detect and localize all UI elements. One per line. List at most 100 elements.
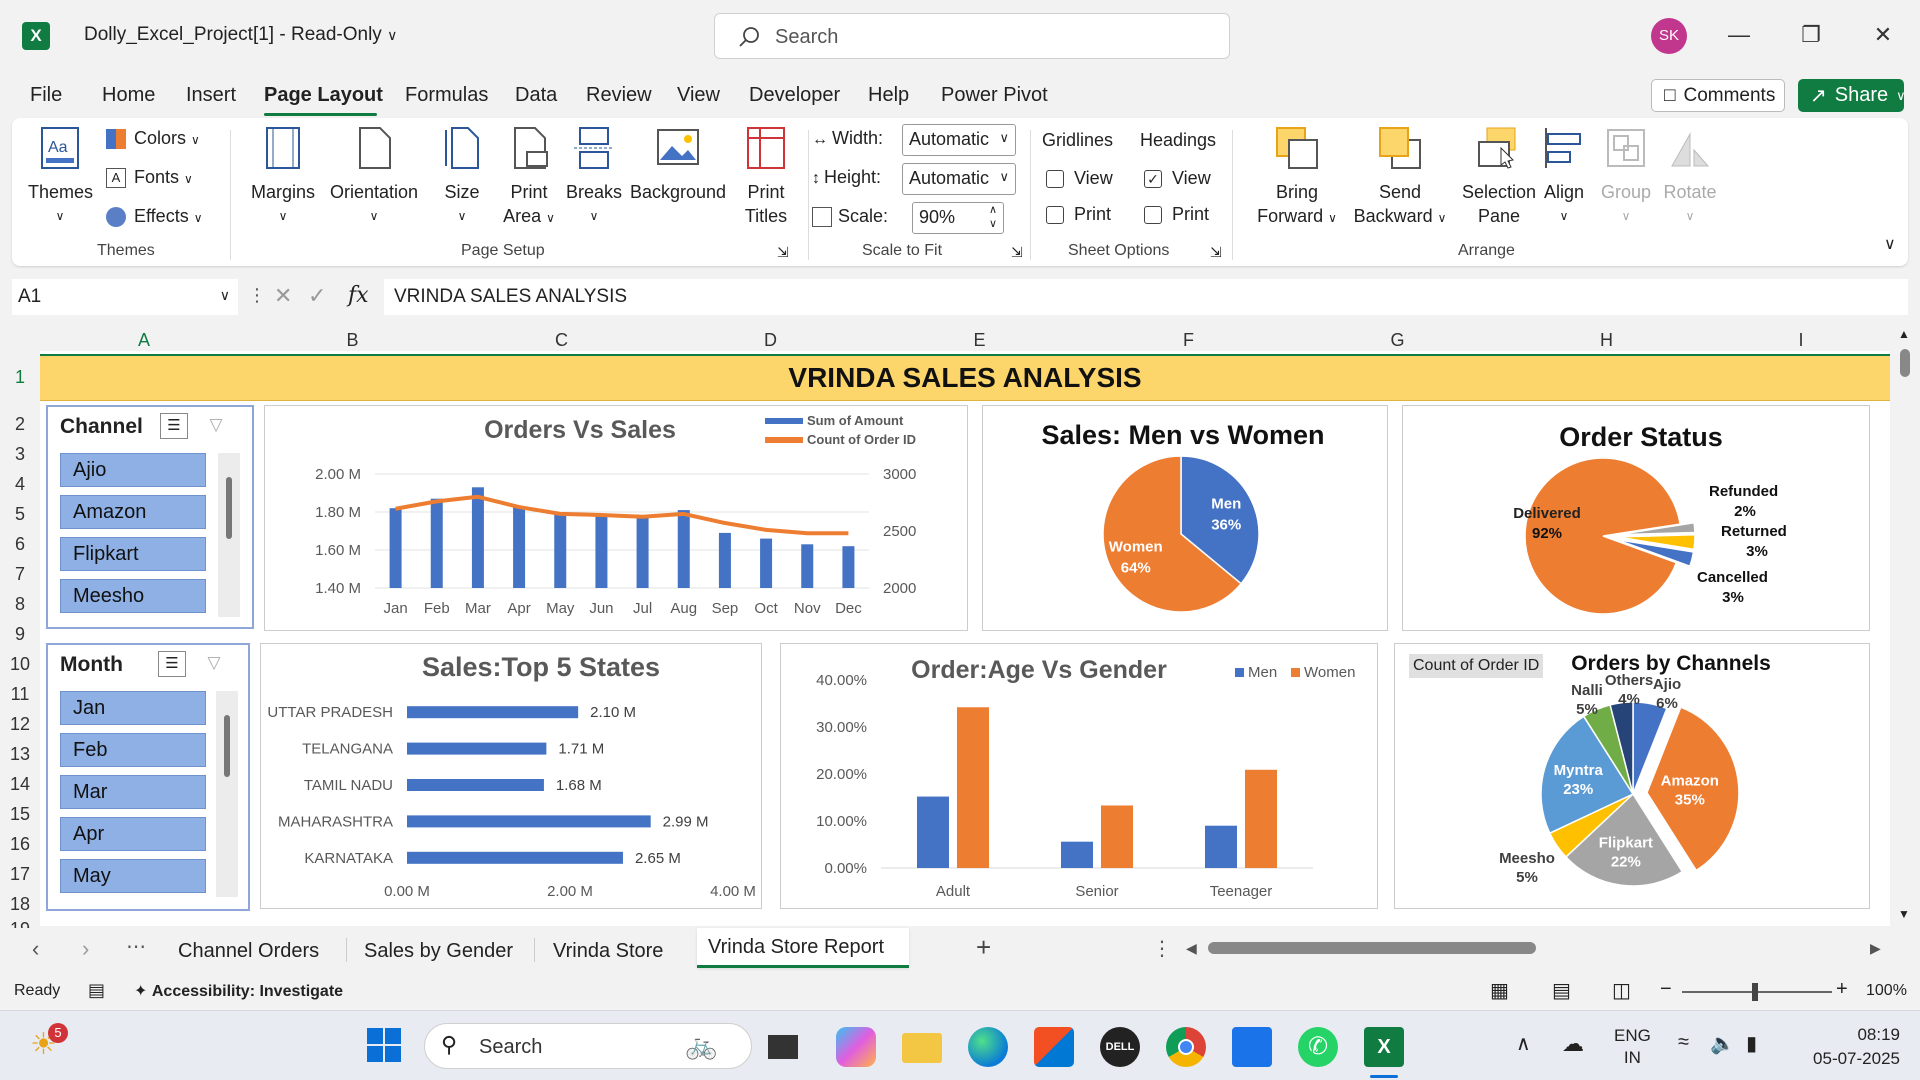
chart-sales-men-women[interactable]: Sales: Men vs Women Men 36% Women 64% (982, 405, 1388, 631)
menu-developer[interactable]: Developer (749, 84, 840, 107)
slicer-channel[interactable]: Channel ☰ ▽ Ajio Amazon Flipkart Meesho (46, 405, 254, 629)
row-header[interactable]: 14 (0, 774, 40, 795)
enter-icon[interactable]: ✓ (308, 283, 326, 309)
row-header[interactable]: 8 (0, 594, 40, 615)
slicer-item[interactable]: Meesho (60, 579, 206, 613)
rotate-button[interactable]: Rotate ∨ (1660, 126, 1720, 228)
zoom-in-icon[interactable]: + (1836, 978, 1848, 1001)
document-title[interactable]: Dolly_Excel_Project[1] - Read-Only ∨ (84, 24, 397, 46)
minimize-icon[interactable]: — (1724, 20, 1754, 50)
pivot-field-button[interactable]: Count of Order ID (1409, 654, 1544, 678)
bring-forward-button[interactable]: Bring Forward ∨ (1248, 126, 1346, 230)
tab-options-icon[interactable]: ⋮ (1152, 936, 1172, 961)
page-layout-view-icon[interactable]: ▤ (1552, 978, 1571, 1003)
macro-record-icon[interactable]: ▤ (88, 980, 105, 1001)
page-break-view-icon[interactable]: ◫ (1612, 978, 1631, 1003)
selection-pane-button[interactable]: Selection Pane (1458, 126, 1540, 228)
hscroll-right-icon[interactable]: ▶ (1870, 940, 1881, 957)
menu-review[interactable]: Review (586, 84, 652, 107)
dell-icon[interactable]: DELL (1100, 1027, 1140, 1067)
column-header-b[interactable]: B (248, 330, 457, 351)
menu-data[interactable]: Data (515, 84, 557, 107)
scale-stepper[interactable]: 90% ∧ ∨ (912, 202, 1004, 234)
row-header[interactable]: 12 (0, 714, 40, 735)
sheet-tab-vrinda-store-report[interactable]: Vrinda Store Report (697, 928, 909, 968)
copilot-icon[interactable] (836, 1027, 876, 1067)
accessibility-button[interactable]: ✦ Accessibility: Investigate (134, 981, 343, 1001)
row-header[interactable]: 7 (0, 564, 40, 585)
slicer-item[interactable]: Ajio (60, 453, 206, 487)
restore-icon[interactable]: ❐ (1796, 20, 1826, 50)
share-button[interactable]: ↗ Share ∨ (1798, 79, 1906, 112)
row-header[interactable]: 4 (0, 474, 40, 495)
close-icon[interactable]: ✕ (1868, 20, 1898, 50)
breaks-button[interactable]: Breaks ∨ (564, 126, 624, 228)
scroll-up-icon[interactable]: ▲ (1898, 327, 1910, 341)
slicer-item[interactable]: Jan (60, 691, 206, 725)
row-header[interactable]: 1 (0, 367, 40, 388)
row-header[interactable]: 3 (0, 444, 40, 465)
name-box[interactable]: A1 ∨ (12, 279, 238, 315)
wifi-icon[interactable]: ≈ (1678, 1031, 1689, 1054)
insert-function-button[interactable]: fx (348, 283, 369, 308)
excel-taskbar-icon[interactable]: X (1364, 1027, 1404, 1067)
hscroll-left-icon[interactable]: ◀ (1186, 940, 1197, 957)
ribbon-collapse-icon[interactable]: ∨ (1884, 234, 1896, 254)
height-select[interactable]: Automatic ∨ (902, 163, 1016, 195)
search-input[interactable]: Search (714, 13, 1230, 59)
column-header-g[interactable]: G (1293, 330, 1502, 351)
slicer-scrollbar[interactable] (218, 453, 240, 617)
edge-browser-icon[interactable] (968, 1027, 1008, 1067)
sheet-tab-sales-by-gender[interactable]: Sales by Gender (364, 940, 513, 963)
vertical-scrollbar[interactable]: ▲ ▼ (1890, 327, 1920, 927)
zoom-out-icon[interactable]: − (1660, 978, 1672, 1001)
notepad-icon[interactable] (1232, 1027, 1272, 1067)
multi-select-icon[interactable]: ☰ (158, 651, 186, 677)
column-header-e[interactable]: E (875, 330, 1084, 351)
column-header-h[interactable]: H (1502, 330, 1711, 351)
row-header[interactable]: 10 (0, 654, 40, 675)
scroll-thumb[interactable] (1900, 349, 1910, 377)
sheet-tab-channel-orders[interactable]: Channel Orders (178, 940, 319, 963)
cloud-sync-icon[interactable]: ☁ (1562, 1031, 1584, 1057)
slicer-month[interactable]: Month ☰ ▽ Jan Feb Mar Apr May (46, 643, 250, 911)
row-header[interactable]: 11 (0, 684, 40, 705)
column-header-i[interactable]: I (1711, 330, 1891, 351)
menu-formulas[interactable]: Formulas (405, 84, 488, 107)
chevron-right-icon[interactable]: › (82, 936, 89, 962)
column-header-c[interactable]: C (457, 330, 666, 351)
colors-button[interactable]: Colors ∨ (106, 128, 200, 150)
chrome-icon[interactable] (1166, 1027, 1206, 1067)
store-icon[interactable] (1034, 1027, 1074, 1067)
headings-view-checkbox[interactable]: ✓ View (1144, 168, 1211, 189)
scroll-thumb[interactable] (224, 715, 230, 777)
volume-icon[interactable]: 🔈 (1710, 1031, 1735, 1056)
column-header-f[interactable]: F (1084, 330, 1293, 351)
taskbar-search[interactable]: ⚲ Search 🚲 (424, 1023, 752, 1069)
menu-insert[interactable]: Insert (186, 84, 236, 107)
more-sheets-icon[interactable]: ⋯ (126, 934, 146, 959)
size-button[interactable]: Size ∨ (432, 126, 492, 228)
multi-select-icon[interactable]: ☰ (160, 413, 188, 439)
gridlines-print-checkbox[interactable]: Print (1046, 204, 1111, 225)
slicer-item[interactable]: Flipkart (60, 537, 206, 571)
more-options-icon[interactable]: ⋮ (248, 285, 266, 306)
row-header[interactable]: 15 (0, 804, 40, 825)
themes-button[interactable]: Aa Themes ∨ (28, 126, 93, 228)
align-button[interactable]: Align ∨ (1538, 126, 1590, 228)
fonts-button[interactable]: A Fonts ∨ (106, 167, 193, 189)
chart-top5-states[interactable]: Sales:Top 5 States UTTAR PRADESH 2.10 M TEL… (260, 643, 762, 909)
row-header[interactable]: 18 (0, 894, 40, 915)
slicer-item[interactable]: May (60, 859, 206, 893)
whatsapp-icon[interactable]: ✆ (1298, 1027, 1338, 1067)
headings-print-checkbox[interactable]: Print (1144, 204, 1209, 225)
normal-view-icon[interactable]: ▦ (1490, 978, 1509, 1003)
cancel-icon[interactable]: ✕ (274, 283, 292, 309)
group-button[interactable]: Group ∨ (1596, 126, 1656, 228)
chart-order-status[interactable]: Order Status Delivered 92% Refunded 2% Return… (1402, 405, 1870, 631)
menu-file[interactable]: File (30, 84, 62, 107)
row-header[interactable]: 17 (0, 864, 40, 885)
effects-button[interactable]: Effects ∨ (106, 206, 203, 228)
chart-orders-by-channels[interactable]: Count of Order ID Orders by Channels Ajio… (1394, 643, 1870, 909)
width-select[interactable]: Automatic ∨ (902, 124, 1016, 156)
